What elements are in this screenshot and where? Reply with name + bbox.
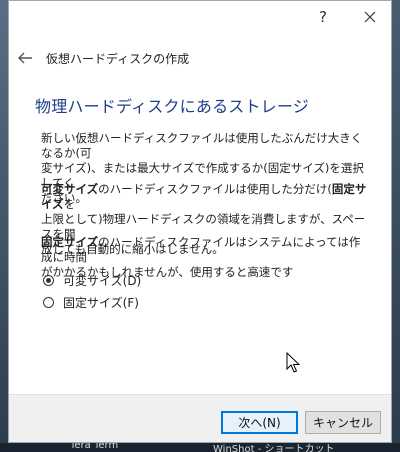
back-button[interactable] [17,50,33,64]
fixed-size-radio[interactable]: 固定サイズ(F) [43,294,139,311]
fixed-line-1: 固定サイズのハードディスクファイルはシステムによっては作成に時間 [41,235,361,264]
next-button[interactable]: 次へ(N) [221,411,298,434]
dynamic-line-1: 可変サイズのハードディスクファイルは使用した分だけ(固定サイズを [41,182,367,211]
back-arrow-icon [18,52,32,64]
taskbar-item-winshot[interactable]: WinShot - ショートカット [213,443,334,452]
dynamic-size-radio[interactable]: 可変サイズ(D) [43,272,141,289]
page-heading: 物理ハードディスクにあるストレージ [35,97,309,116]
radio-checked-icon [43,275,54,286]
desktop-background-right [392,0,400,452]
cancel-button[interactable]: キャンセル [305,411,381,434]
help-button[interactable]: ? [313,7,333,27]
close-button[interactable] [360,7,380,27]
wizard-title: 仮想ハードディスクの作成 [46,52,190,66]
taskbar-item-teraterm[interactable]: Tera Term [70,443,118,451]
intro-line-1: 新しい仮想ハードディスクファイルは使用したぶんだけ大きくなるか(可 [41,131,363,160]
mouse-cursor-icon [286,351,301,378]
radio-unchecked-icon [43,297,54,308]
desktop-background [0,0,8,452]
create-vhd-dialog: ? 仮想ハードディスクの作成 物理ハードディスクにあるストレージ 新しい仮想ハー… [8,0,392,443]
taskbar: Tera Term WinShot - ショートカット [0,443,400,452]
close-icon [364,11,376,23]
